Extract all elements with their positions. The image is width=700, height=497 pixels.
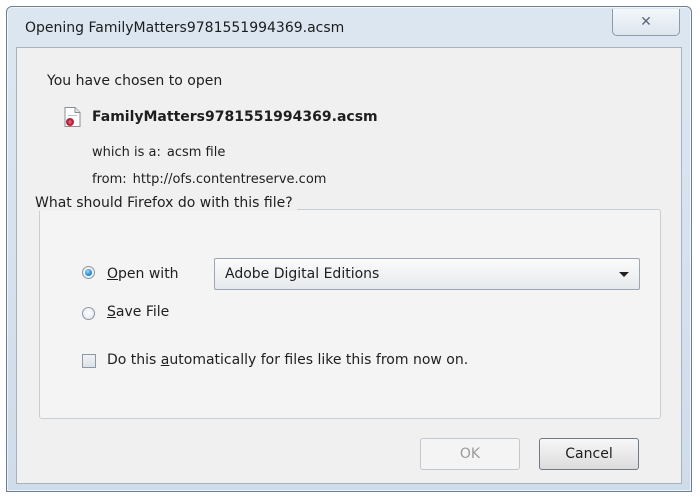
radio-selected-dot <box>85 269 92 276</box>
source-label: from: <box>92 172 127 187</box>
dialog-body: You have chosen to open FamilyMatters978… <box>16 47 682 484</box>
window-title: Opening FamilyMatters9781551994369.acsm <box>25 20 345 36</box>
file-name: FamilyMatters9781551994369.acsm <box>92 109 378 125</box>
source-url: http://ofs.contentreserve.com <box>132 172 327 187</box>
open-with-app-dropdown[interactable]: Adobe Digital Editions <box>214 258 640 290</box>
source-row: from: http://ofs.contentreserve.com <box>92 172 326 187</box>
close-icon: ✕ <box>640 14 652 30</box>
cancel-button[interactable]: Cancel <box>539 438 639 470</box>
open-with-mnemonic: O <box>107 266 119 282</box>
title-bar[interactable]: Opening FamilyMatters9781551994369.acsm … <box>7 7 691 47</box>
file-type-value: acsm file <box>166 145 226 160</box>
chevron-down-icon <box>619 272 629 277</box>
action-group-legend: What should Firefox do with this file? <box>31 195 297 211</box>
save-file-label[interactable]: Save File <box>107 304 169 320</box>
download-dialog-window: Opening FamilyMatters9781551994369.acsm … <box>6 6 692 492</box>
save-file-radio[interactable] <box>82 307 95 320</box>
close-button[interactable]: ✕ <box>612 9 680 36</box>
open-with-text: pen with <box>118 266 179 282</box>
auto-action-checkbox[interactable] <box>82 354 96 368</box>
ok-button[interactable]: OK <box>420 438 520 470</box>
open-with-label[interactable]: Open with <box>107 266 179 282</box>
file-type-row: which is a: acsm file <box>92 145 225 160</box>
auto-action-label[interactable]: Do this automatically for files like thi… <box>107 352 468 368</box>
auto-action-text-after: utomatically for files like this from no… <box>169 352 469 368</box>
selected-app: Adobe Digital Editions <box>225 266 380 282</box>
file-type-label: which is a: <box>92 145 161 160</box>
intro-text: You have chosen to open <box>47 73 223 89</box>
open-with-radio[interactable] <box>82 266 95 279</box>
acsm-file-icon <box>64 107 81 127</box>
save-file-text: ave File <box>115 304 170 320</box>
auto-action-text-before: Do this <box>107 352 161 368</box>
save-file-mnemonic: S <box>107 304 116 320</box>
